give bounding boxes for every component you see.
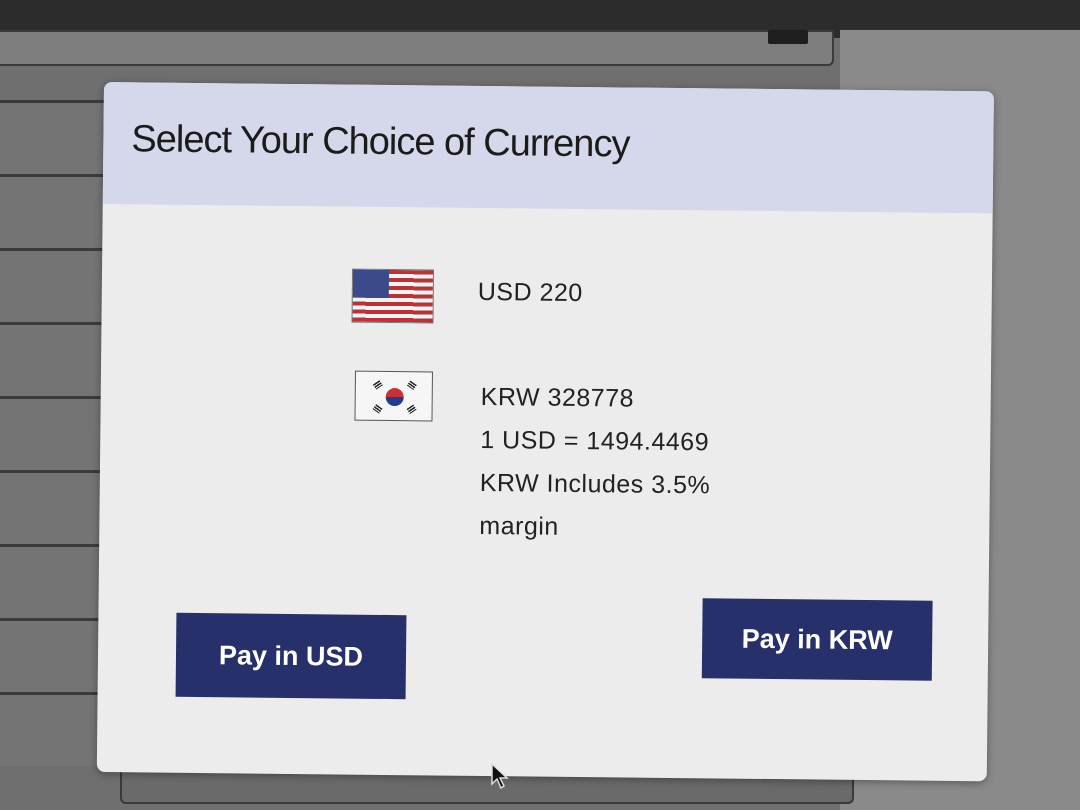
us-flag-canton bbox=[352, 269, 390, 298]
mouse-cursor-icon bbox=[491, 762, 509, 790]
background-panel-top bbox=[0, 30, 834, 66]
us-flag-icon[interactable] bbox=[351, 268, 435, 324]
krw-details: KRW 328778 1 USD = 1494.4469 KRW Include… bbox=[479, 376, 711, 550]
margin-note-line2: margin bbox=[479, 511, 559, 541]
currency-choice-dialog: Select Your Choice of Currency USD 220 K… bbox=[96, 82, 994, 782]
kr-flag-trigram bbox=[372, 380, 383, 390]
exchange-rate: 1 USD = 1494.4469 bbox=[480, 425, 710, 457]
kr-flag-trigram bbox=[406, 404, 417, 414]
dialog-title: Select Your Choice of Currency bbox=[131, 118, 630, 166]
kr-flag-trigram bbox=[406, 380, 417, 391]
kr-flag-icon[interactable] bbox=[354, 370, 433, 422]
pay-in-krw-button[interactable]: Pay in KRW bbox=[701, 598, 933, 681]
krw-amount: KRW 328778 bbox=[480, 382, 635, 413]
background-notch bbox=[768, 30, 808, 44]
background-list-row bbox=[0, 100, 120, 174]
margin-note-line1: KRW Includes 3.5% bbox=[479, 468, 711, 500]
dialog-header: Select Your Choice of Currency bbox=[102, 82, 994, 214]
pay-in-usd-button[interactable]: Pay in USD bbox=[175, 612, 407, 700]
usd-amount: USD 220 bbox=[477, 277, 583, 308]
kr-flag-trigram bbox=[372, 404, 383, 414]
kr-flag-taeguk bbox=[385, 387, 404, 407]
